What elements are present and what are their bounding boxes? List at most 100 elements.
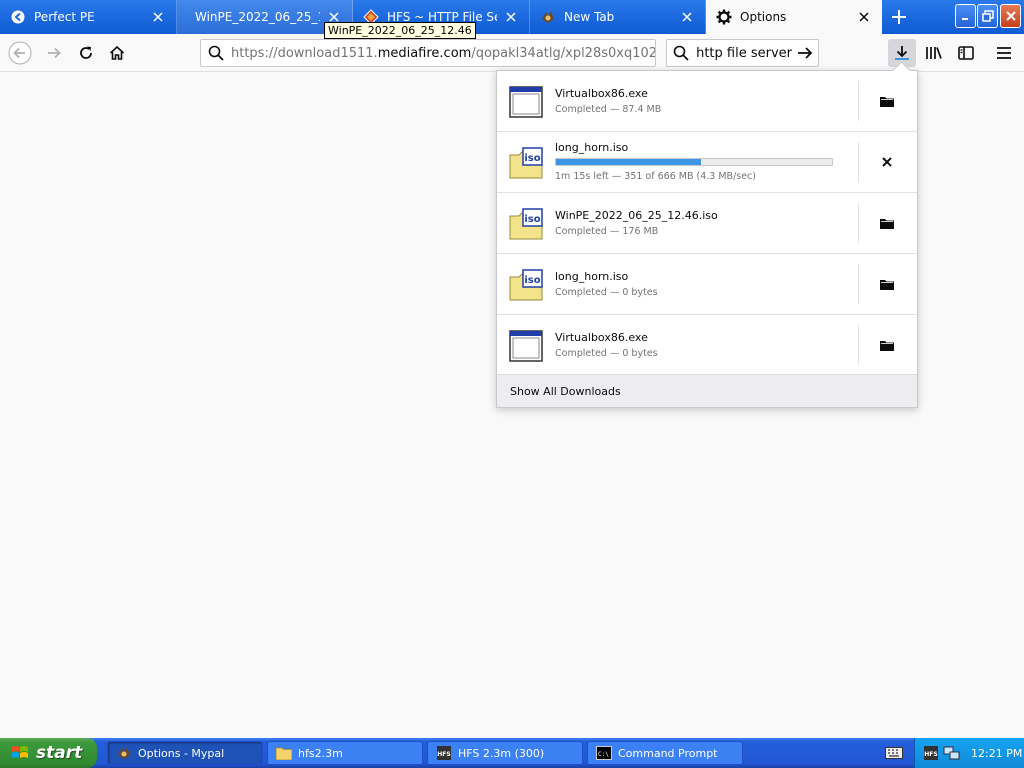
close-tab-icon[interactable]: [503, 9, 519, 25]
url-domain: mediafire.com: [377, 45, 472, 61]
reload-icon: [80, 46, 92, 59]
taskbar-item-label: hfs2.3m: [298, 746, 343, 760]
iso-file-icon: iso: [509, 146, 543, 180]
download-item[interactable]: Virtualbox86.exe Completed — 87.4 MB: [497, 71, 917, 132]
close-window-button[interactable]: [1000, 4, 1021, 28]
taskbar-item-cmd[interactable]: C:\ Command Prompt: [587, 741, 743, 765]
download-icon: [895, 46, 909, 60]
tab-label: WinPE_2022_06_25_12.46.iso: [195, 10, 320, 24]
divider: [858, 203, 859, 243]
url-text: https://download1511.mediafire.com/qopak…: [231, 46, 655, 61]
tab-strip: Perfect PE WinPE_2022_06_25_12.46.iso HF…: [0, 0, 1024, 34]
tab-perfect-pe[interactable]: Perfect PE: [0, 0, 177, 34]
reload-button[interactable]: [72, 39, 100, 67]
forward-arrow-icon: [48, 47, 61, 59]
library-icon: [926, 47, 942, 59]
folder-icon: [880, 97, 894, 107]
tab-tooltip: WinPE_2022_06_25_12.46: [324, 22, 476, 39]
open-folder-button[interactable]: [869, 211, 905, 235]
mypal-icon: [116, 745, 132, 761]
download-progress-bar: [555, 158, 833, 166]
tab-label: New Tab: [564, 10, 615, 24]
navigation-toolbar: https://download1511.mediafire.com/qopak…: [0, 34, 1024, 72]
back-arrow-icon: [8, 41, 32, 65]
system-tray: HFS 12:21 PM: [914, 738, 1024, 768]
new-tab-button[interactable]: [884, 3, 914, 31]
go-arrow-icon[interactable]: [792, 45, 818, 61]
library-button[interactable]: [920, 39, 948, 67]
open-folder-button[interactable]: [869, 89, 905, 113]
keyboard-icon[interactable]: [884, 744, 904, 762]
folder-icon: [880, 280, 894, 290]
progress-fill: [556, 159, 702, 165]
download-filename: Virtualbox86.exe: [555, 87, 648, 100]
cancel-download-button[interactable]: [869, 150, 905, 174]
iso-file-icon: iso: [509, 207, 543, 241]
download-item[interactable]: iso long_horn.iso Completed — 0 bytes: [497, 254, 917, 315]
show-all-downloads-button[interactable]: Show All Downloads: [497, 374, 917, 407]
taskbar-item-hfs-folder[interactable]: hfs2.3m: [267, 741, 423, 765]
divider: [858, 81, 859, 121]
search-input[interactable]: hfs http file server: [695, 46, 792, 61]
network-icon[interactable]: [943, 745, 961, 761]
close-tab-icon[interactable]: [679, 9, 695, 25]
menu-button[interactable]: [990, 39, 1018, 67]
url-prefix: https://download1511.: [231, 45, 378, 61]
system-clock: 12:21 PM: [971, 746, 1023, 760]
svg-text:C:\: C:\: [598, 751, 609, 758]
close-tab-icon[interactable]: [856, 9, 872, 25]
back-arrow-blue-icon: [10, 9, 26, 25]
hfs-icon: HFS: [436, 745, 452, 761]
restore-icon: [981, 10, 994, 22]
download-item[interactable]: Virtualbox86.exe Completed — 0 bytes: [497, 315, 917, 376]
open-folder-button[interactable]: [869, 333, 905, 357]
cancel-icon: [882, 157, 892, 167]
plus-icon: [892, 10, 906, 24]
forward-button[interactable]: [40, 39, 68, 67]
sidebar-icon: [958, 46, 974, 60]
download-item[interactable]: iso WinPE_2022_06_25_12.46.iso Completed…: [497, 193, 917, 254]
divider: [858, 142, 859, 182]
taskbar-item-mypal[interactable]: Options - Mypal: [107, 741, 263, 765]
download-status: Completed — 87.4 MB: [555, 104, 662, 115]
search-icon: [667, 45, 695, 61]
sidebar-button[interactable]: [952, 39, 980, 67]
close-tab-icon[interactable]: [150, 9, 166, 25]
download-status: Completed — 0 bytes: [555, 287, 658, 298]
download-filename: WinPE_2022_06_25_12.46.iso: [555, 209, 718, 222]
search-bar[interactable]: hfs http file server: [666, 39, 819, 67]
hfs-tray-icon[interactable]: HFS: [923, 745, 939, 761]
iso-file-icon: iso: [509, 268, 543, 302]
url-bar[interactable]: https://download1511.mediafire.com/qopak…: [200, 39, 656, 67]
minimize-icon: [961, 18, 968, 20]
download-item[interactable]: iso long_horn.iso 1m 15s left — 351 of 6…: [497, 132, 917, 193]
download-filename: Virtualbox86.exe: [555, 331, 648, 344]
tab-new-tab[interactable]: New Tab: [530, 0, 706, 34]
tab-options[interactable]: Options: [706, 0, 882, 34]
taskbar-item-label: HFS 2.3m (300): [458, 746, 545, 760]
exe-file-icon: [509, 329, 543, 363]
restore-button[interactable]: [977, 4, 998, 28]
mypal-icon: [540, 9, 556, 25]
gear-icon: [716, 9, 732, 25]
home-button[interactable]: [103, 39, 131, 67]
open-folder-button[interactable]: [869, 272, 905, 296]
taskbar-item-hfs[interactable]: HFS HFS 2.3m (300): [427, 741, 583, 765]
tab-label: Options: [740, 10, 787, 24]
back-button[interactable]: [6, 39, 34, 67]
start-button[interactable]: start: [0, 738, 97, 768]
start-label: start: [36, 743, 83, 763]
exe-file-icon: [509, 85, 543, 119]
search-icon: [201, 45, 231, 61]
folder-icon: [276, 745, 292, 761]
windows-logo-icon: [12, 746, 28, 758]
hamburger-menu-icon: [997, 47, 1011, 59]
show-all-downloads-label: Show All Downloads: [510, 384, 621, 398]
taskbar-item-label: Command Prompt: [618, 746, 718, 760]
minimize-button[interactable]: [955, 4, 976, 28]
divider: [858, 325, 859, 365]
folder-icon: [880, 341, 894, 351]
folder-icon: [880, 219, 894, 229]
download-filename: long_horn.iso: [555, 270, 629, 283]
home-icon: [109, 45, 125, 60]
